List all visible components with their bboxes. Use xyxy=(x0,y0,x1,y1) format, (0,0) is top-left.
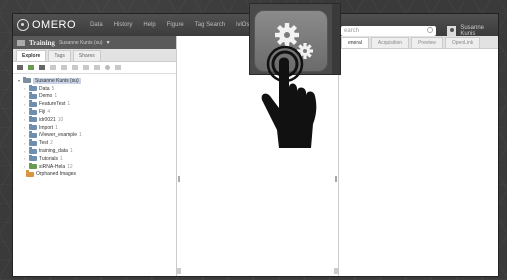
search-input[interactable]: earch xyxy=(341,26,436,36)
new-dataset-icon[interactable] xyxy=(39,65,45,70)
project-count: 1 xyxy=(78,132,82,139)
tree-root-user[interactable]: ▾ Susanne Kunis (su) xyxy=(18,76,176,85)
omero-logo[interactable]: OMERO xyxy=(17,19,76,31)
project-label: iViewer_example xyxy=(39,132,77,139)
tree-project-item[interactable]: › Tutorials 1 xyxy=(18,154,176,163)
folder-icon xyxy=(26,170,34,177)
project-count: 1 xyxy=(67,101,71,108)
menu-ivios[interactable]: iviOs xyxy=(236,22,249,28)
tree-toolbar xyxy=(13,62,176,74)
right-resize-handle[interactable] xyxy=(335,176,337,182)
menu-data[interactable]: Data xyxy=(90,22,103,28)
overlay-edge xyxy=(332,4,340,74)
project-label: Tutorials xyxy=(39,155,58,162)
group-icon xyxy=(17,39,25,46)
tab-tags[interactable]: Tags xyxy=(48,50,71,61)
right-tabs: eneral Acquisition Preview OpenLink xyxy=(339,36,498,49)
project-count: 12 xyxy=(67,163,73,170)
tree-orphaned-images[interactable]: Orphaned Images xyxy=(18,170,176,179)
project-label: Test xyxy=(39,140,49,147)
folder-icon xyxy=(29,139,37,146)
left-panel: Explore Tags Shares ▾ Susanne Kunis (su)… xyxy=(13,49,176,276)
project-count: 1 xyxy=(55,124,58,131)
project-label: Import xyxy=(39,124,54,131)
tree-project-item[interactable]: › Data 5 xyxy=(18,84,176,93)
new-screen-icon[interactable] xyxy=(28,65,34,70)
menu-history[interactable]: History xyxy=(114,22,133,28)
refresh-icon[interactable] xyxy=(115,65,121,70)
folder-icon xyxy=(29,131,37,138)
project-count: 1 xyxy=(54,93,58,100)
tree-project-item[interactable]: › Import 1 xyxy=(18,123,176,132)
left-tabs: Explore Tags Shares xyxy=(13,49,176,62)
project-count: 1 xyxy=(60,155,63,162)
folder-icon xyxy=(29,115,37,123)
tree-project-item[interactable]: › Demo 1 xyxy=(18,92,176,101)
project-label: training_data xyxy=(39,148,68,155)
cut-icon[interactable] xyxy=(61,65,67,70)
search-icon[interactable] xyxy=(427,27,433,33)
tab-openlink[interactable]: OpenLink xyxy=(444,37,481,48)
group-user: Susanne Kunis (su) xyxy=(58,39,103,46)
tree-project-item[interactable]: › iViewer_example 1 xyxy=(18,131,176,140)
tree-project-item[interactable]: › idr0021 10 xyxy=(18,115,176,124)
tree-project-item[interactable]: › Fiji 4 xyxy=(18,108,176,116)
new-project-icon[interactable] xyxy=(17,65,23,70)
folder-icon xyxy=(29,162,37,170)
scroll-left-icon[interactable] xyxy=(177,268,181,274)
project-count: 2 xyxy=(50,140,53,147)
delete-icon[interactable] xyxy=(94,65,100,70)
project-count: 1 xyxy=(69,148,73,155)
tab-explore[interactable]: Explore xyxy=(16,50,47,61)
tab-acquisition[interactable]: Acquisition xyxy=(370,37,410,48)
project-label: Data xyxy=(39,85,50,92)
project-label: idr0021 xyxy=(39,116,56,123)
logo-text: OMERO xyxy=(32,19,77,31)
tab-shares[interactable]: Shares xyxy=(72,50,101,61)
folder-icon xyxy=(29,108,37,115)
link-icon[interactable] xyxy=(83,65,89,70)
group-name: Training xyxy=(29,38,55,47)
scroll-right-icon[interactable] xyxy=(334,268,338,274)
tree-project-item[interactable]: › training_data 1 xyxy=(18,147,176,155)
tab-general[interactable]: eneral xyxy=(341,37,369,48)
project-count: 4 xyxy=(47,109,51,116)
user-icon xyxy=(23,76,31,84)
right-panel: eneral Acquisition Preview OpenLink xyxy=(339,36,498,276)
folder-icon xyxy=(29,92,37,99)
menu-tag-search[interactable]: Tag Search xyxy=(195,22,225,28)
tree-project-item[interactable]: › siRNA-Hela 12 xyxy=(18,162,176,171)
data-tree: ▾ Susanne Kunis (su) › Data 5 › Demo 1 › Featur… xyxy=(13,74,176,178)
project-label: siRNA-Hela xyxy=(39,163,66,170)
project-label: Demo xyxy=(39,93,53,100)
tab-preview[interactable]: Preview xyxy=(411,37,443,48)
paste-icon[interactable] xyxy=(72,65,78,70)
project-label: FeatureTest xyxy=(39,101,66,108)
folder-icon xyxy=(29,84,37,92)
menu-figure[interactable]: Figure xyxy=(167,22,184,28)
group-selector[interactable]: Training Susanne Kunis (su) ▼ xyxy=(13,36,176,49)
tree-project-item[interactable]: › FeatureTest 1 xyxy=(18,100,176,108)
chevron-down-icon[interactable]: ▼ xyxy=(106,40,111,46)
avatar-icon xyxy=(447,26,457,36)
project-label: Fiji xyxy=(39,109,46,116)
omero-logo-icon xyxy=(17,19,29,31)
menu-help[interactable]: Help xyxy=(143,22,155,28)
copy-icon[interactable] xyxy=(50,65,56,70)
folder-icon xyxy=(29,100,37,107)
folder-icon xyxy=(29,147,37,154)
folder-icon xyxy=(29,154,37,162)
info-icon[interactable] xyxy=(105,65,110,70)
tree-root-label: Susanne Kunis (su) xyxy=(33,77,81,84)
folder-icon xyxy=(29,123,37,131)
left-resize-handle[interactable] xyxy=(178,176,180,182)
project-count: 5 xyxy=(51,85,55,92)
tree-project-item[interactable]: › Test 2 xyxy=(18,139,176,147)
orphaned-label: Orphaned Images xyxy=(36,171,77,178)
hand-pointer-icon xyxy=(261,45,317,148)
search-placeholder: earch xyxy=(344,28,360,34)
project-count: 10 xyxy=(57,116,64,123)
